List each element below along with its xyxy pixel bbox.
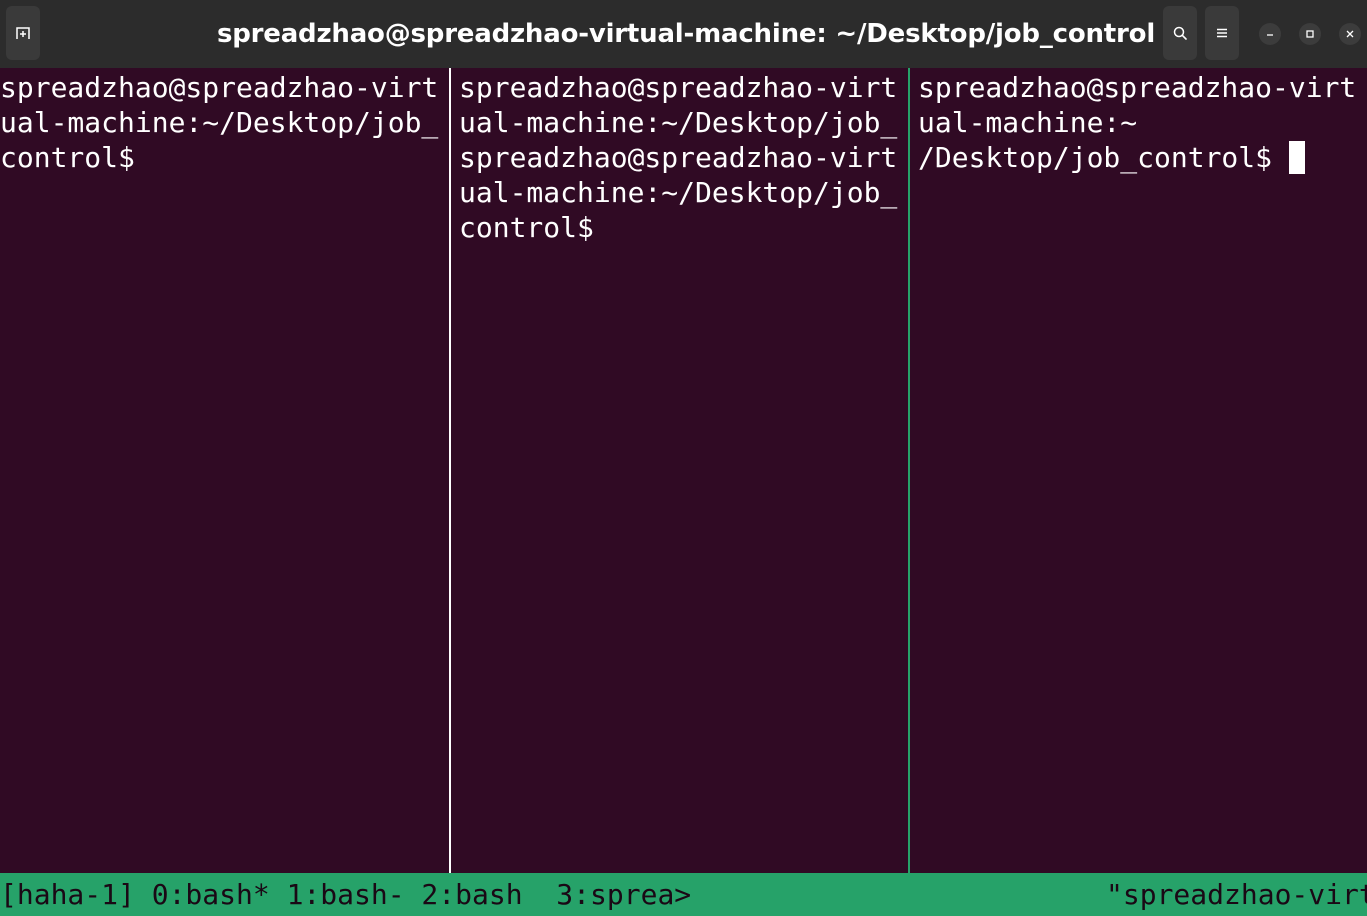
- terminal-line: spreadzhao@spreadzhao-virt: [459, 71, 898, 104]
- close-button[interactable]: [1339, 23, 1361, 45]
- title-bar[interactable]: spreadzhao@spreadzhao-virtual-machine: ~…: [0, 0, 1367, 68]
- close-icon: [1346, 30, 1354, 38]
- prompt-text: /Desktop/job_control$: [918, 141, 1289, 174]
- terminal-window: spreadzhao@spreadzhao-virtual-machine: ~…: [0, 0, 1367, 916]
- tmux-status-right: "spreadzhao-virtual-ma" 01:19 11-Jan-23: [1106, 878, 1367, 911]
- terminal-cursor: [1288, 141, 1305, 174]
- new-tab-button[interactable]: [6, 6, 40, 60]
- terminal-pane-3-active[interactable]: spreadzhao@spreadzhao-virt ual-machine:~…: [911, 68, 1367, 873]
- terminal-line: spreadzhao@spreadzhao-virt: [459, 141, 898, 174]
- tmux-window-list[interactable]: [haha-1] 0:bash* 1:bash- 2:bash 3:sprea>: [0, 877, 691, 912]
- search-button[interactable]: [1163, 6, 1197, 60]
- terminal-line: ual-machine:~/Desktop/job_: [0, 106, 439, 139]
- menu-button[interactable]: [1205, 6, 1239, 60]
- tmux-status-bar: [haha-1] 0:bash* 1:bash- 2:bash 3:sprea>…: [0, 873, 1367, 916]
- terminal-line: ual-machine:~/Desktop/job_: [459, 176, 898, 209]
- maximize-button[interactable]: [1299, 23, 1321, 45]
- window-title: spreadzhao@spreadzhao-virtual-machine: ~…: [216, 19, 1156, 49]
- terminal-line: ual-machine:~/Desktop/job_: [459, 106, 898, 139]
- hamburger-menu-icon: [1217, 28, 1227, 38]
- search-icon: [1173, 26, 1187, 40]
- pane-divider[interactable]: [449, 68, 451, 873]
- prompt-line: /Desktop/job_control$: [918, 140, 1356, 175]
- minimize-button[interactable]: [1259, 23, 1281, 45]
- minimize-icon: [1267, 34, 1273, 36]
- terminal-line: ual-machine:~: [918, 106, 1138, 139]
- terminal-line: control$: [459, 211, 594, 244]
- new-tab-icon: [16, 27, 30, 39]
- terminal-pane-1[interactable]: spreadzhao@spreadzhao-virt ual-machine:~…: [0, 68, 449, 873]
- maximize-icon: [1306, 30, 1314, 38]
- terminal-pane-2[interactable]: spreadzhao@spreadzhao-virt ual-machine:~…: [452, 68, 908, 873]
- terminal-line: spreadzhao@spreadzhao-virt: [918, 71, 1357, 104]
- terminal-line: spreadzhao@spreadzhao-virt: [0, 71, 439, 104]
- active-pane-divider[interactable]: [908, 68, 910, 873]
- terminal-line: control$: [0, 141, 135, 174]
